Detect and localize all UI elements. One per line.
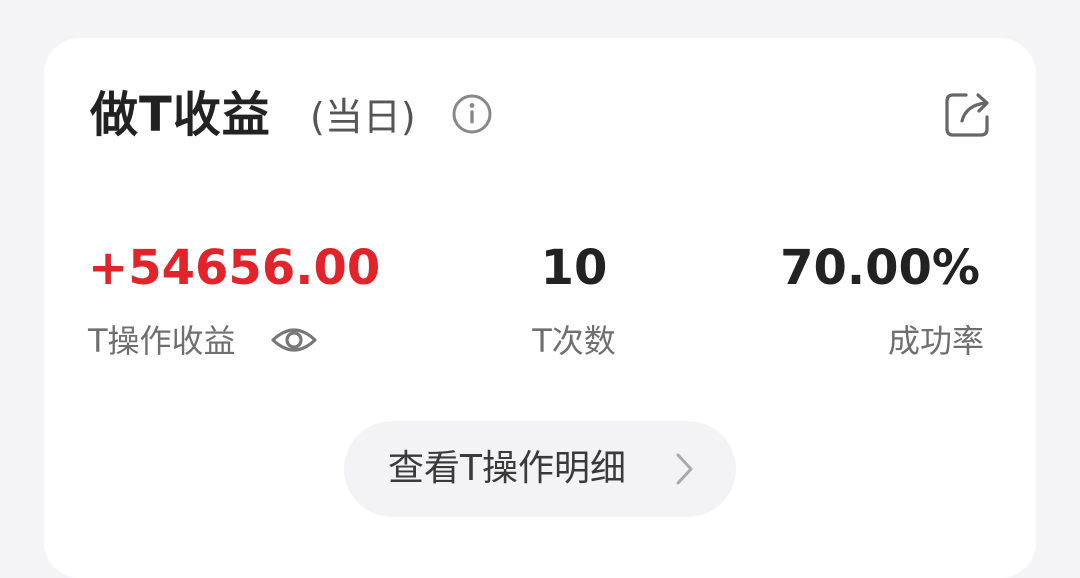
- chevron-right-icon: [676, 453, 693, 485]
- eye-icon[interactable]: [270, 318, 318, 362]
- share-icon[interactable]: [942, 88, 994, 140]
- t-profit-card: 做T收益 (当日) +54656.00 T操作收益 10 T次数 70.00% …: [44, 38, 1036, 578]
- t-count-value: 10: [540, 240, 608, 296]
- view-t-details-button[interactable]: 查看T操作明细: [344, 421, 736, 517]
- info-icon[interactable]: [450, 92, 494, 136]
- card-title: 做T收益: [90, 87, 271, 143]
- t-count-label: T次数: [532, 322, 616, 360]
- success-rate-value: 70.00%: [780, 240, 980, 296]
- success-rate-label: 成功率: [887, 322, 984, 360]
- view-t-details-label: 查看T操作明细: [388, 448, 626, 489]
- profit-value: +54656.00: [88, 240, 381, 296]
- profit-label: T操作收益: [88, 322, 236, 360]
- card-subtitle: (当日): [310, 95, 416, 139]
